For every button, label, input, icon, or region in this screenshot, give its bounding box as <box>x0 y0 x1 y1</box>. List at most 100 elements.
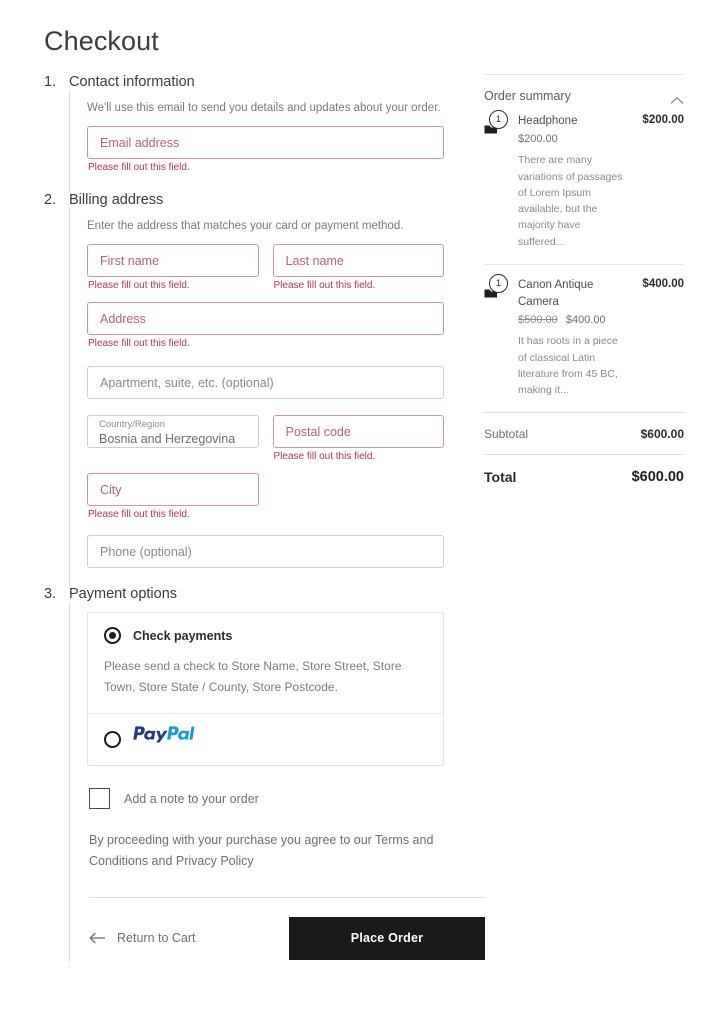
summary-line-item: 1 Canon Antique Camera $400.00 $500.00 $… <box>484 263 684 413</box>
payment-option-paypal[interactable] <box>88 713 443 765</box>
subtotal-value: $600.00 <box>640 427 684 442</box>
step-title: Payment options <box>69 586 178 603</box>
radio-check-payments[interactable] <box>104 627 121 645</box>
quantity-badge: 1 <box>489 110 508 129</box>
actions-bar: Return to Cart Place Order <box>89 916 485 960</box>
chevron-up-icon[interactable] <box>670 92 684 104</box>
summary-line-item: 1 Headphone $200.00 $200.00 There are ma… <box>484 109 684 264</box>
payment-options-box: Check payments Please send a check to St… <box>87 612 444 767</box>
step-title: Contact information <box>69 74 195 90</box>
country-error-placeholder <box>88 451 259 463</box>
line-item-top: Headphone $200.00 <box>518 113 684 130</box>
apartment-input[interactable] <box>87 366 444 400</box>
last-name-field-group: Please fill out this field. <box>272 244 444 292</box>
phone-input[interactable] <box>87 535 444 569</box>
order-summary-header[interactable]: Order summary <box>484 75 684 109</box>
line-item-main: Canon Antique Camera $400.00 $500.00 $40… <box>518 277 684 399</box>
step-body: Enter the address that matches your card… <box>69 208 444 587</box>
address-field-group: Please fill out this field. <box>87 302 444 350</box>
total-row: Total $600.00 <box>484 454 684 498</box>
step-header: 3. Payment options <box>44 586 444 602</box>
return-to-cart-label: Return to Cart <box>117 931 196 946</box>
product-thumbnail: 1 <box>484 110 510 141</box>
sale-price: $400.00 <box>565 314 606 327</box>
step-number: 1. <box>44 74 57 90</box>
phone-field-group <box>87 535 444 569</box>
step-payment-options: 3. Payment options Check payments Please… <box>44 586 485 962</box>
regular-price: $500.00 <box>518 314 558 327</box>
paypal-logo <box>133 725 219 753</box>
product-name: Canon Antique Camera <box>518 278 594 309</box>
total-label: Total <box>484 469 517 486</box>
line-item-main: Headphone $200.00 $200.00 There are many… <box>518 113 684 250</box>
order-summary-panel: Order summary 1 Headphone $200.00 $200.0… <box>484 74 684 498</box>
step-header: 1. Contact information <box>44 74 444 90</box>
first-name-field-group: Please fill out this field. <box>87 244 259 292</box>
last-name-error: Please fill out this field. <box>273 280 376 292</box>
line-item-grid: 1 Canon Antique Camera $400.00 $500.00 $… <box>484 273 684 399</box>
place-order-button[interactable]: Place Order <box>289 916 485 960</box>
apartment-field-group <box>87 366 444 400</box>
arrow-left-icon <box>89 932 107 944</box>
first-name-input[interactable] <box>87 244 259 278</box>
postal-code-field-group: Please fill out this field. <box>272 415 444 463</box>
postal-code-error: Please fill out this field. <box>273 451 376 463</box>
city-row: Please fill out this field. <box>87 473 444 521</box>
billing-help-text: Enter the address that matches your card… <box>87 220 404 233</box>
step-billing-address: 2. Billing address Enter the address tha… <box>44 192 444 587</box>
line-item-grid: 1 Headphone $200.00 $200.00 There are ma… <box>484 110 684 250</box>
subtotal-label: Subtotal <box>484 427 529 442</box>
actions-divider <box>89 896 485 898</box>
return-to-cart-link[interactable]: Return to Cart <box>89 931 196 945</box>
country-select[interactable]: Country/Region Bosnia and Herzegovina <box>87 415 259 449</box>
last-name-input[interactable] <box>272 244 444 278</box>
order-note-row[interactable]: Add a note to your order <box>89 788 444 810</box>
step-contact-information: 1. Contact information We'll use this em… <box>44 74 444 193</box>
city-field-group: Please fill out this field. <box>87 473 259 521</box>
country-label: Country/Region <box>99 419 166 431</box>
checkout-form-column: 1. Contact information We'll use this em… <box>44 74 485 962</box>
postal-code-input[interactable] <box>272 415 444 449</box>
step-title: Billing address <box>69 192 164 209</box>
product-price: $200.00 <box>518 133 558 146</box>
address-input[interactable] <box>87 302 444 336</box>
line-item-top: Canon Antique Camera $400.00 <box>518 277 684 312</box>
radio-paypal[interactable] <box>104 730 121 748</box>
email-input[interactable] <box>87 126 444 160</box>
line-item-total: $400.00 <box>642 277 684 290</box>
quantity-badge: 1 <box>489 273 508 293</box>
address-error: Please fill out this field. <box>88 338 190 350</box>
step-number: 3. <box>44 586 57 603</box>
product-price: $500.00 $400.00 <box>518 314 684 326</box>
email-field-group: Please fill out this field. <box>87 126 444 174</box>
product-thumbnail: 1 <box>484 273 510 305</box>
terms-text: By proceeding with your purchase you agr… <box>89 833 434 869</box>
step-number: 2. <box>44 192 57 209</box>
city-error: Please fill out this field. <box>88 509 190 521</box>
product-description: It has roots in a piece of classical Lat… <box>518 335 618 397</box>
page-title: Checkout <box>44 26 159 56</box>
city-input[interactable] <box>87 473 259 507</box>
email-error: Please fill out this field. <box>88 162 190 174</box>
step-body: We'll use this email to send you details… <box>69 90 444 193</box>
total-value: $600.00 <box>631 469 684 486</box>
checkout-page: Checkout 1. Contact information We'll us… <box>0 0 718 1024</box>
country-value: Bosnia and Herzegovina <box>99 432 236 447</box>
name-row: Please fill out this field. Please fill … <box>87 244 444 292</box>
step-body: Check payments Please send a check to St… <box>69 602 485 962</box>
first-name-error: Please fill out this field. <box>88 280 190 292</box>
contact-help-text: We'll use this email to send you details… <box>87 102 441 114</box>
payment-option-description: Please send a check to Store Name, Store… <box>104 659 402 695</box>
payment-option-check-payments[interactable]: Check payments Please send a check to St… <box>88 613 443 713</box>
step-header: 2. Billing address <box>44 192 444 208</box>
country-postal-row: Country/Region Bosnia and Herzegovina Pl… <box>87 415 444 463</box>
product-name: Headphone <box>518 115 578 127</box>
payment-option-header <box>104 725 427 753</box>
subtotal-row: Subtotal $600.00 <box>484 413 684 454</box>
order-note-checkbox[interactable] <box>89 788 110 810</box>
product-description: There are many variations of passages of… <box>518 154 623 248</box>
payment-option-header: Check payments <box>104 627 427 645</box>
city-row-spacer <box>273 473 445 521</box>
order-summary-title: Order summary <box>484 89 571 103</box>
order-note-label: Add a note to your order <box>124 791 259 806</box>
